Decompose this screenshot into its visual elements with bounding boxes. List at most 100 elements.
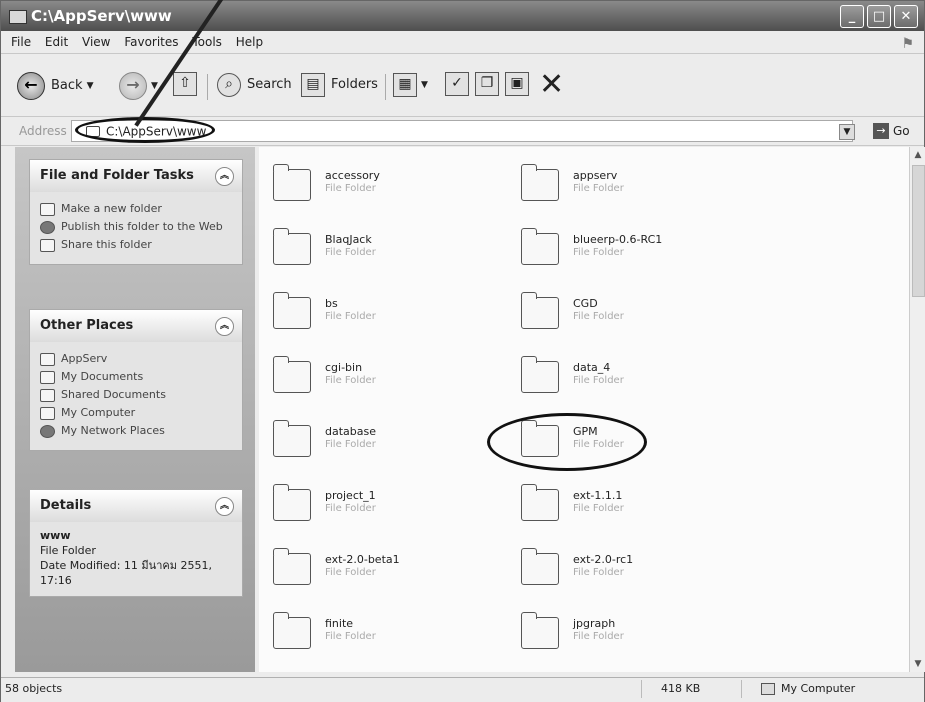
move-to-button[interactable]: ✓ xyxy=(445,72,469,96)
share-icon xyxy=(40,239,55,252)
chevron-down-icon: ▼ xyxy=(421,80,428,90)
folder-type: File Folder xyxy=(325,567,376,578)
folder-type: File Folder xyxy=(573,183,624,194)
folder-item[interactable]: BlaqJack File Folder xyxy=(273,225,513,275)
menu-help[interactable]: Help xyxy=(236,35,263,49)
folder-item[interactable]: blueerp-0.6-RC1 File Folder xyxy=(521,225,761,275)
folder-name: GPM xyxy=(573,425,598,438)
scroll-down-icon[interactable]: ▼ xyxy=(910,656,925,672)
folder-item[interactable]: finite File Folder xyxy=(273,609,513,659)
folder-item[interactable]: cgi-bin File Folder xyxy=(273,353,513,403)
folder-icon xyxy=(273,612,311,649)
back-label: Back xyxy=(51,78,83,93)
details-type: File Folder xyxy=(40,544,96,557)
place-shared-documents[interactable]: Shared Documents xyxy=(40,388,232,402)
panel-header[interactable]: Details ︽ xyxy=(30,490,242,522)
folder-icon xyxy=(521,484,559,521)
address-dropdown-button[interactable]: ▼ xyxy=(839,124,855,140)
views-button[interactable]: ▦ ▼ xyxy=(393,72,428,98)
explorer-window: C:\AppServ\www _ □ ✕ File Edit View Favo… xyxy=(0,0,925,702)
folder-type: File Folder xyxy=(325,247,376,258)
copy-to-button[interactable]: ❐ xyxy=(475,72,499,96)
folder-name: project_1 xyxy=(325,489,376,502)
panel-header[interactable]: File and Folder Tasks ︽ xyxy=(30,160,242,192)
chevron-down-icon: ▼ xyxy=(86,81,94,91)
folder-name: appserv xyxy=(573,169,618,182)
folder-item[interactable]: ext-1.1.1 File Folder xyxy=(521,481,761,531)
move-to-icon: ✓ xyxy=(445,72,469,96)
panel-title: Other Places xyxy=(40,318,134,333)
folder-name: cgi-bin xyxy=(325,361,363,374)
folder-icon xyxy=(273,228,311,265)
details-name: www xyxy=(40,529,71,542)
maximize-button[interactable]: □ xyxy=(867,5,891,28)
close-button[interactable]: ✕ xyxy=(894,5,918,28)
folders-icon: ▤ xyxy=(301,73,325,97)
status-object-count: 58 objects xyxy=(5,682,63,695)
search-label: Search xyxy=(247,77,292,92)
details-modified: Date Modified: 11 มีนาคม 2551, 17:16 xyxy=(40,559,212,587)
folder-name: data_4 xyxy=(573,361,611,374)
folder-item[interactable]: GPM File Folder xyxy=(521,417,761,467)
folder-icon xyxy=(521,228,559,265)
folders-button[interactable]: ▤ Folders xyxy=(301,72,378,98)
folder-icon xyxy=(273,484,311,521)
vertical-scrollbar[interactable]: ▲ ▼ xyxy=(909,147,925,672)
folder-item[interactable]: accessory File Folder xyxy=(273,161,513,211)
task-publish-web[interactable]: Publish this folder to the Web xyxy=(40,220,232,234)
folder-icon xyxy=(273,356,311,393)
folder-icon xyxy=(273,548,311,585)
folder-item[interactable]: bs File Folder xyxy=(273,289,513,339)
folder-name: jpgraph xyxy=(573,617,616,630)
folder-name: ext-2.0-beta1 xyxy=(325,553,400,566)
folder-icon xyxy=(521,420,559,457)
folder-item[interactable]: database File Folder xyxy=(273,417,513,467)
folder-item[interactable]: appserv File Folder xyxy=(521,161,761,211)
menu-view[interactable]: View xyxy=(82,35,110,49)
go-button[interactable]: → Go xyxy=(873,123,910,139)
folder-item[interactable]: data_4 File Folder xyxy=(521,353,761,403)
up-folder-button[interactable]: ⇧ xyxy=(173,72,197,96)
folder-type: File Folder xyxy=(325,503,376,514)
menu-favorites[interactable]: Favorites xyxy=(124,35,178,49)
folder-item[interactable]: ext-2.0-beta1 File Folder xyxy=(273,545,513,595)
toolbar-divider xyxy=(207,74,208,100)
place-appserv[interactable]: AppServ xyxy=(40,352,232,366)
collapse-icon[interactable]: ︽ xyxy=(215,317,234,336)
place-my-network-places[interactable]: My Network Places xyxy=(40,424,232,438)
computer-icon xyxy=(40,407,55,420)
place-label: My Computer xyxy=(61,406,136,419)
task-make-folder[interactable]: Make a new folder xyxy=(40,202,232,216)
place-label: My Network Places xyxy=(61,424,165,437)
place-my-computer[interactable]: My Computer xyxy=(40,406,232,420)
paste-button[interactable]: ▣ xyxy=(505,72,529,96)
address-value: C:\AppServ\www xyxy=(106,124,207,139)
shared-folder-icon xyxy=(40,389,55,402)
delete-button[interactable]: ✕ xyxy=(539,70,564,100)
search-button[interactable]: ⌕ Search xyxy=(217,72,292,98)
folder-icon xyxy=(521,164,559,201)
menu-file[interactable]: File xyxy=(11,35,31,49)
collapse-icon[interactable]: ︽ xyxy=(215,167,234,186)
folder-name: CGD xyxy=(573,297,598,310)
collapse-icon[interactable]: ︽ xyxy=(215,497,234,516)
panel-header[interactable]: Other Places ︽ xyxy=(30,310,242,342)
minimize-button[interactable]: _ xyxy=(840,5,864,28)
status-bar: 58 objects 418 KB My Computer xyxy=(1,677,924,702)
folder-item[interactable]: CGD File Folder xyxy=(521,289,761,339)
folder-name: accessory xyxy=(325,169,380,182)
scroll-thumb[interactable] xyxy=(912,165,925,297)
folder-icon xyxy=(521,548,559,585)
title-bar: C:\AppServ\www _ □ ✕ xyxy=(1,1,924,31)
folder-item[interactable]: ext-2.0-rc1 File Folder xyxy=(521,545,761,595)
folder-type: File Folder xyxy=(325,439,376,450)
place-my-documents[interactable]: My Documents xyxy=(40,370,232,384)
task-share-folder[interactable]: Share this folder xyxy=(40,238,232,252)
scroll-up-icon[interactable]: ▲ xyxy=(910,147,925,163)
address-input[interactable]: C:\AppServ\www xyxy=(71,120,853,142)
folder-item[interactable]: project_1 File Folder xyxy=(273,481,513,531)
folder-item[interactable]: jpgraph File Folder xyxy=(521,609,761,659)
back-button[interactable]: ← Back ▼ xyxy=(17,72,93,100)
menu-edit[interactable]: Edit xyxy=(45,35,68,49)
folder-type: File Folder xyxy=(325,311,376,322)
